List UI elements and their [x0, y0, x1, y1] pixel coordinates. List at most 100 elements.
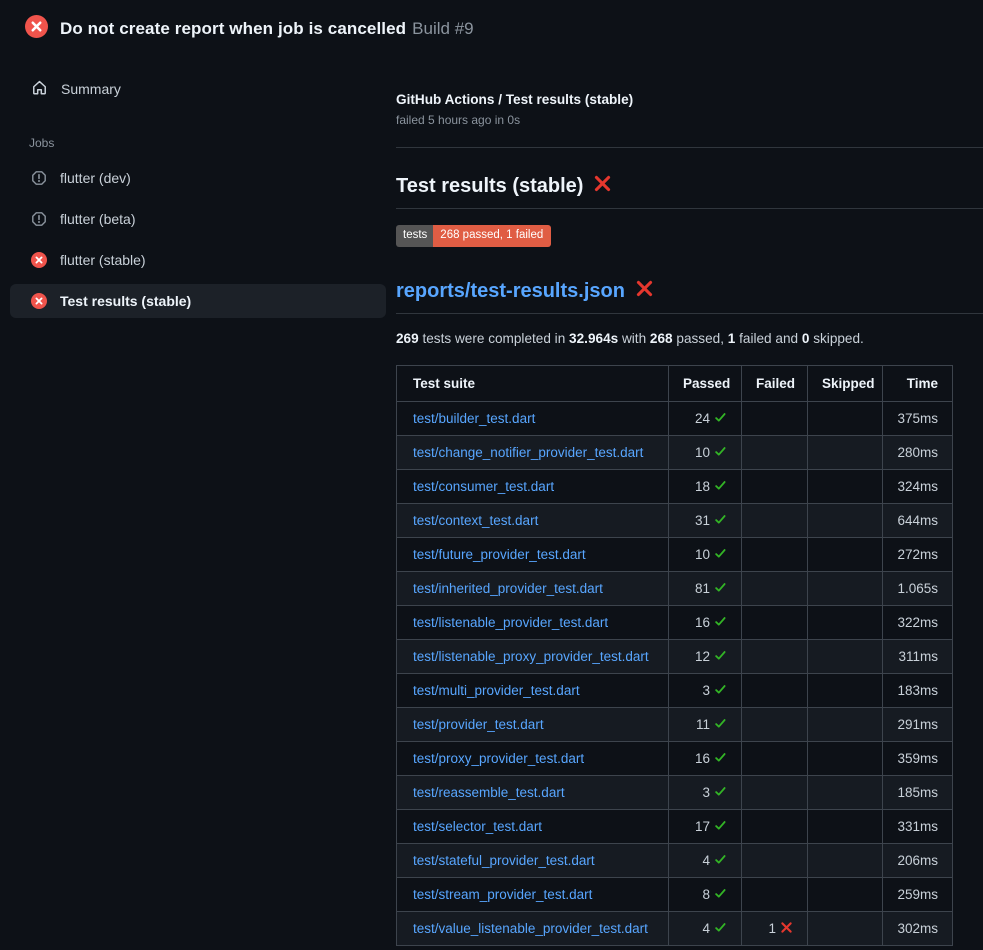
time-cell: 302ms [883, 911, 953, 945]
summary-number: 268 [650, 331, 673, 346]
section-heading: Test results (stable) [396, 174, 983, 209]
table-row: test/reassemble_test.dart3185ms [397, 775, 953, 809]
time-cell: 206ms [883, 843, 953, 877]
test-suite-link[interactable]: test/listenable_provider_test.dart [413, 615, 608, 630]
test-suite-cell: test/context_test.dart [397, 503, 669, 537]
test-suite-link[interactable]: test/listenable_proxy_provider_test.dart [413, 649, 649, 664]
sidebar-item-flutter-dev[interactable]: flutter (dev) [10, 161, 386, 195]
passed-cell: 3 [669, 673, 742, 707]
test-suite-cell: test/listenable_provider_test.dart [397, 605, 669, 639]
passed-cell: 81 [669, 571, 742, 605]
failed-cell [742, 401, 808, 435]
count-value: 3 [702, 683, 710, 698]
check-icon [714, 683, 727, 696]
check-icon [714, 853, 727, 866]
failed-cell [742, 537, 808, 571]
test-suite-cell: test/proxy_provider_test.dart [397, 741, 669, 775]
build-status-failed-icon [25, 15, 48, 38]
tests-badge: tests 268 passed, 1 failed [396, 225, 551, 247]
check-icon [714, 649, 727, 662]
table-row: test/provider_test.dart11291ms [397, 707, 953, 741]
failed-cell [742, 843, 808, 877]
test-suite-link[interactable]: test/builder_test.dart [413, 411, 535, 426]
passed-cell: 4 [669, 843, 742, 877]
passed-cell: 24 [669, 401, 742, 435]
x-circle-icon [31, 293, 47, 309]
table-row: test/builder_test.dart 24 375ms [397, 401, 953, 435]
test-suite-link[interactable]: test/multi_provider_test.dart [413, 683, 580, 698]
summary-number: 32.964s [569, 331, 618, 346]
table-row: test/stream_provider_test.dart8259ms [397, 877, 953, 911]
table-row: test/listenable_proxy_provider_test.dart… [397, 639, 953, 673]
sidebar-item-summary[interactable]: Summary [10, 70, 386, 108]
test-suite-cell: test/consumer_test.dart [397, 469, 669, 503]
sidebar-item-label: flutter (stable) [60, 252, 146, 268]
sidebar-item-flutter-stable[interactable]: flutter (stable) [10, 243, 386, 277]
table-row: test/value_listenable_provider_test.dart… [397, 911, 953, 945]
test-suite-cell: test/change_notifier_provider_test.dart [397, 435, 669, 469]
sidebar-item-label: Test results (stable) [60, 293, 191, 309]
count-value: 16 [695, 615, 710, 630]
test-suite-link[interactable]: test/future_provider_test.dart [413, 547, 586, 562]
failed-cell [742, 469, 808, 503]
column-header-time: Time [883, 365, 953, 401]
skipped-cell [808, 605, 883, 639]
count-value: 11 [696, 717, 710, 732]
test-suite-cell: test/value_listenable_provider_test.dart [397, 911, 669, 945]
time-cell: 375ms [883, 401, 953, 435]
skipped-cell [808, 537, 883, 571]
count-value: 12 [695, 649, 710, 664]
check-icon [714, 615, 727, 628]
count-value: 4 [702, 921, 710, 936]
stop-cancelled-icon [31, 211, 47, 227]
check-icon [714, 445, 727, 458]
skipped-cell [808, 435, 883, 469]
failed-cell [742, 775, 808, 809]
test-suite-cell: test/provider_test.dart [397, 707, 669, 741]
test-suite-link[interactable]: test/context_test.dart [413, 513, 538, 528]
failed-cell [742, 809, 808, 843]
sidebar-item-flutter-beta[interactable]: flutter (beta) [10, 202, 386, 236]
column-header-failed: Failed [742, 365, 808, 401]
table-row: test/selector_test.dart17331ms [397, 809, 953, 843]
passed-cell: 17 [669, 809, 742, 843]
column-header-test-suite: Test suite [397, 365, 669, 401]
run-status-text: failed 5 hours ago in 0s [396, 113, 983, 127]
count-value: 18 [695, 479, 710, 494]
failed-cell [742, 639, 808, 673]
failed-x-icon [593, 174, 612, 193]
test-suite-link[interactable]: test/change_notifier_provider_test.dart [413, 445, 643, 460]
passed-cell: 18 [669, 469, 742, 503]
test-suite-link[interactable]: test/value_listenable_provider_test.dart [413, 921, 648, 936]
sidebar-jobs-list: flutter (dev) flutter (beta) flutter (stab… [10, 161, 386, 318]
build-number: Build #9 [412, 19, 473, 38]
test-suite-link[interactable]: test/consumer_test.dart [413, 479, 554, 494]
failed-cell [742, 605, 808, 639]
count-value: 31 [695, 513, 710, 528]
passed-cell: 10 [669, 537, 742, 571]
report-file-link[interactable]: reports/test-results.json [396, 280, 625, 303]
test-suite-link[interactable]: test/stream_provider_test.dart [413, 887, 592, 902]
failed-x-icon [635, 279, 654, 304]
sidebar-item-label: flutter (dev) [60, 170, 131, 186]
test-suite-link[interactable]: test/inherited_provider_test.dart [413, 581, 603, 596]
jobs-section-label: Jobs [10, 126, 386, 154]
section-heading-text: Test results (stable) [396, 175, 583, 198]
test-suite-link[interactable]: test/selector_test.dart [413, 819, 542, 834]
time-cell: 644ms [883, 503, 953, 537]
x-circle-icon [31, 252, 47, 268]
test-suite-link[interactable]: test/provider_test.dart [413, 717, 544, 732]
failed-cell [742, 435, 808, 469]
failed-cell [742, 503, 808, 537]
test-suite-link[interactable]: test/proxy_provider_test.dart [413, 751, 584, 766]
run-breadcrumb: GitHub Actions / Test results (stable) [396, 92, 983, 107]
sidebar-item-test-results-stable[interactable]: Test results (stable) [10, 284, 386, 318]
test-suite-cell: test/future_provider_test.dart [397, 537, 669, 571]
passed-cell: 3 [669, 775, 742, 809]
test-suite-link[interactable]: test/stateful_provider_test.dart [413, 853, 595, 868]
check-icon [714, 547, 727, 560]
failed-x-icon [593, 174, 612, 199]
test-suite-link[interactable]: test/reassemble_test.dart [413, 785, 565, 800]
passed-cell: 12 [669, 639, 742, 673]
time-cell: 280ms [883, 435, 953, 469]
